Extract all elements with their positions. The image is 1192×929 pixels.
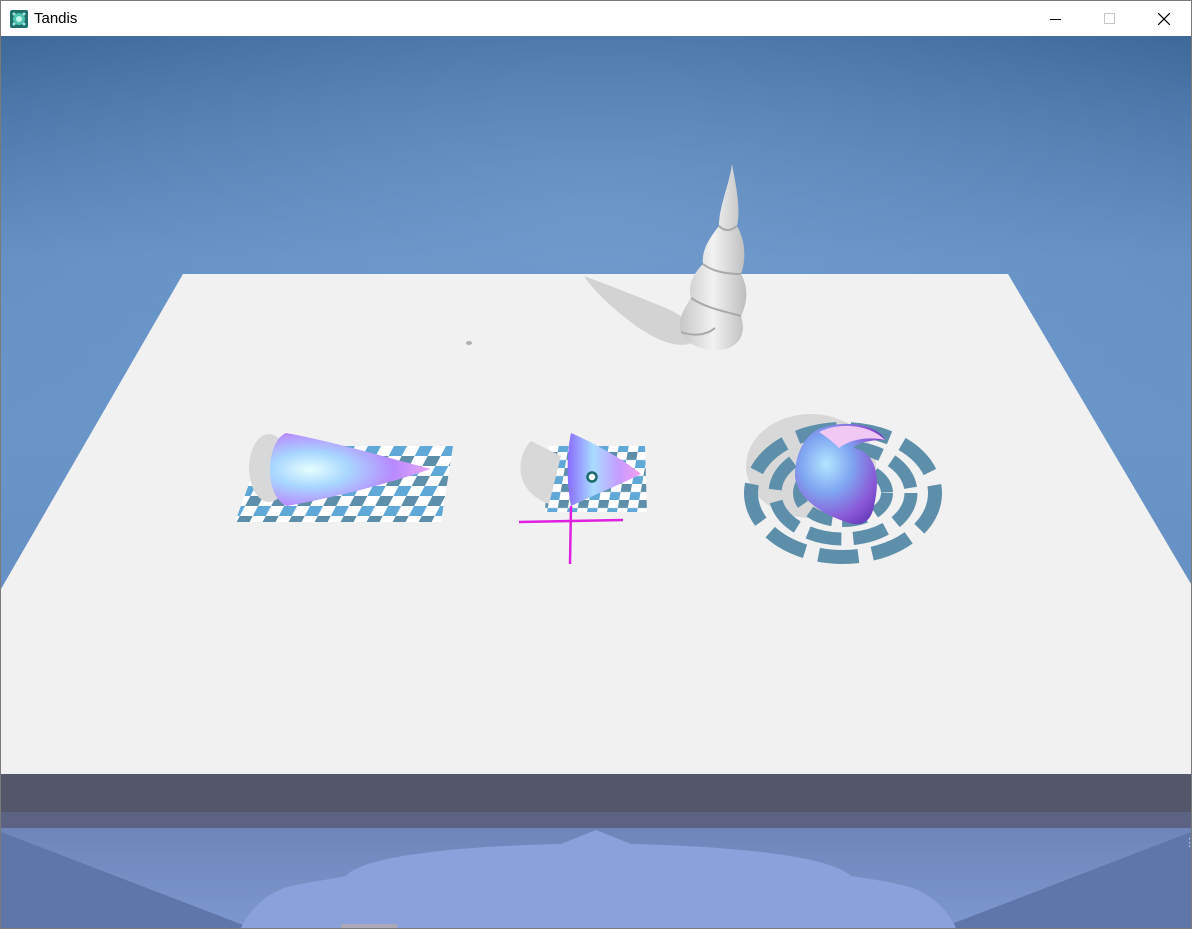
maximize-icon bbox=[1104, 12, 1115, 24]
table-surface bbox=[1, 274, 1191, 774]
maximize-button[interactable] bbox=[1083, 1, 1137, 36]
window-controls bbox=[1029, 1, 1191, 36]
gizmo-y-axis[interactable] bbox=[568, 505, 573, 565]
minimize-button[interactable] bbox=[1029, 1, 1083, 36]
close-icon bbox=[1158, 12, 1170, 25]
app-window: Tandis bbox=[0, 0, 1192, 929]
scene-canvas[interactable]: ⋮ bbox=[1, 36, 1191, 928]
small-marker bbox=[466, 341, 472, 345]
title-bar[interactable]: Tandis bbox=[1, 1, 1191, 36]
pivot-handle[interactable] bbox=[586, 471, 598, 483]
tandis-app-icon bbox=[10, 9, 28, 28]
table-edge bbox=[1, 774, 1191, 812]
table-edge-shadow bbox=[1, 812, 1191, 828]
edge-glyph: ⋮ bbox=[1184, 837, 1191, 849]
cone-left-group[interactable] bbox=[235, 433, 453, 522]
minimize-icon bbox=[1050, 18, 1061, 20]
3d-viewport[interactable]: ⋮ bbox=[1, 36, 1191, 928]
scroll-hint bbox=[341, 924, 397, 928]
close-button[interactable] bbox=[1137, 1, 1191, 36]
window-title: Tandis bbox=[34, 10, 78, 27]
